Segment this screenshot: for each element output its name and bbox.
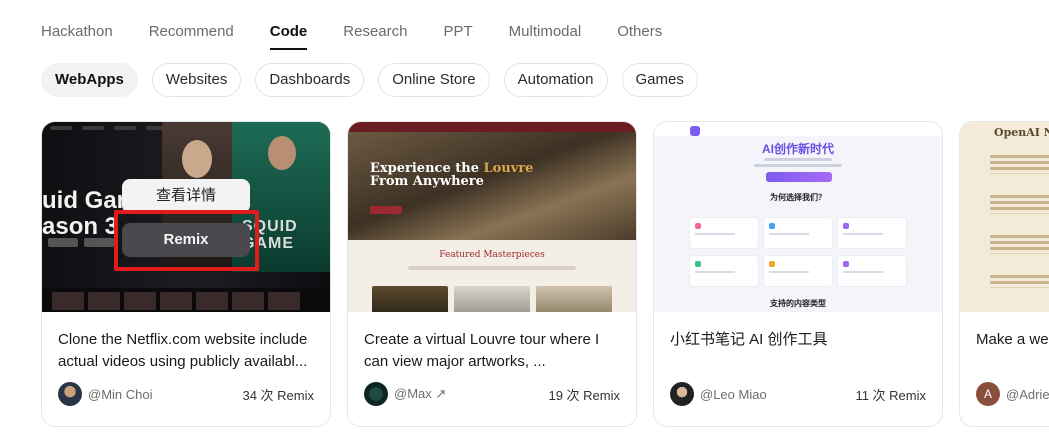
avatar[interactable] [364, 382, 388, 406]
hero-title-line2: From Anywhere [370, 174, 484, 189]
chip-dashboards[interactable]: Dashboards [255, 63, 365, 97]
app-logo-icon [690, 126, 700, 136]
chip-games[interactable]: Games [621, 63, 698, 97]
feature-box [838, 218, 906, 248]
project-card-louvre[interactable]: Experience the Louvre From Anywhere Feat… [347, 121, 637, 427]
remix-count: 19 次 Remix [548, 387, 620, 403]
card-thumbnail[interactable]: AI创作新时代 为何选择我们？ 支持的内容类型 [654, 122, 942, 312]
card-footer: @Max ↗ 19 次 Remix [364, 382, 620, 406]
card-title[interactable]: Clone the Netflix.com website include ac… [58, 329, 316, 373]
feature-box [690, 256, 758, 286]
card-footer: A @Adrie... [976, 382, 1049, 406]
avatar[interactable]: A [976, 382, 1000, 406]
card-thumbnail[interactable]: SQUID GAME uid Game: ason 3 查看详情 Remix [42, 122, 330, 312]
thumbnail-text-line [408, 266, 576, 270]
card-thumbnail[interactable]: OpenAI New [960, 122, 1049, 312]
thumbnail-article [990, 192, 1049, 214]
feature-box [764, 218, 832, 248]
project-card-netflix[interactable]: SQUID GAME uid Game: ason 3 查看详情 Remix C… [41, 121, 331, 427]
tab-others[interactable]: Others [617, 22, 662, 50]
card-footer: @Min Choi 34 次 Remix [58, 382, 314, 406]
category-tabs: Hackathon Recommend Code Research PPT Mu… [41, 22, 698, 50]
remix-count: 11 次 Remix [855, 387, 926, 403]
tab-recommend[interactable]: Recommend [149, 22, 234, 50]
card-footer: @Leo Miao 11 次 Remix [670, 382, 926, 406]
tab-research[interactable]: Research [343, 22, 407, 50]
thumbnail-article [990, 272, 1049, 288]
feature-box [838, 256, 906, 286]
thumbnail-text-line [754, 164, 842, 167]
artwork-thumbnail [372, 286, 448, 312]
remix-button[interactable]: Remix [122, 223, 250, 257]
thumbnail-section-title: Featured Masterpieces [439, 250, 545, 260]
hero-title-gold: Louvre [483, 161, 534, 176]
avatar[interactable] [670, 382, 694, 406]
thumbnail-cta [370, 206, 402, 214]
thumbnail-cta [766, 172, 832, 182]
remix-count: 34 次 Remix [242, 387, 314, 403]
author-name[interactable]: @Max ↗ [394, 386, 548, 402]
chip-online-store[interactable]: Online Store [378, 63, 490, 97]
avatar[interactable] [58, 382, 82, 406]
author-name[interactable]: @Leo Miao [700, 387, 855, 402]
feature-box [764, 256, 832, 286]
thumbnail-section-title: 支持的内容类型 [770, 299, 826, 308]
feature-box [690, 218, 758, 248]
tab-ppt[interactable]: PPT [443, 22, 472, 50]
artwork-thumbnail [536, 286, 612, 312]
card-thumbnail[interactable]: Experience the Louvre From Anywhere Feat… [348, 122, 636, 312]
author-name[interactable]: @Min Choi [88, 387, 242, 402]
thumbnail-poster-text: SQUID GAME [242, 218, 298, 252]
card-title[interactable]: 小红书笔记 AI 创作工具 [670, 329, 928, 373]
thumbnail-text-line [764, 158, 832, 161]
thumbnail-article [990, 152, 1049, 174]
tab-code[interactable]: Code [269, 22, 308, 50]
chip-webapps[interactable]: WebApps [41, 63, 138, 97]
thumbnail-article [990, 232, 1049, 254]
card-title[interactable]: Create a virtual Louvre tour where I can… [364, 329, 622, 373]
thumbnail-buttons [48, 238, 114, 247]
author-name[interactable]: @Adrie... [1006, 387, 1049, 402]
card-title[interactable]: Make a web... through the... [976, 329, 1049, 373]
tab-hackathon[interactable]: Hackathon [41, 22, 113, 50]
thumbnail-heading: AI创作新时代 [761, 142, 834, 156]
project-card-openai-news[interactable]: OpenAI New Make a web... through the... … [959, 121, 1049, 427]
thumbnail-navbar [348, 122, 636, 132]
thumbnail-heading: OpenAI New [994, 126, 1049, 139]
project-card-xiaohongshu[interactable]: AI创作新时代 为何选择我们？ 支持的内容类型 小红书笔记 AI 创作工具 @L… [653, 121, 943, 427]
tab-multimodal[interactable]: Multimodal [509, 22, 582, 50]
thumbnail-hero-title: Experience the Louvre From Anywhere [370, 162, 533, 188]
thumbnail-row [42, 288, 330, 312]
thumbnail-section-title: 为何选择我们？ [770, 193, 826, 202]
chip-websites[interactable]: Websites [151, 63, 242, 97]
view-details-button[interactable]: 查看详情 [122, 179, 250, 213]
chip-automation[interactable]: Automation [503, 63, 608, 97]
artwork-thumbnail [454, 286, 530, 312]
filter-chips: WebApps Websites Dashboards Online Store… [41, 63, 712, 97]
